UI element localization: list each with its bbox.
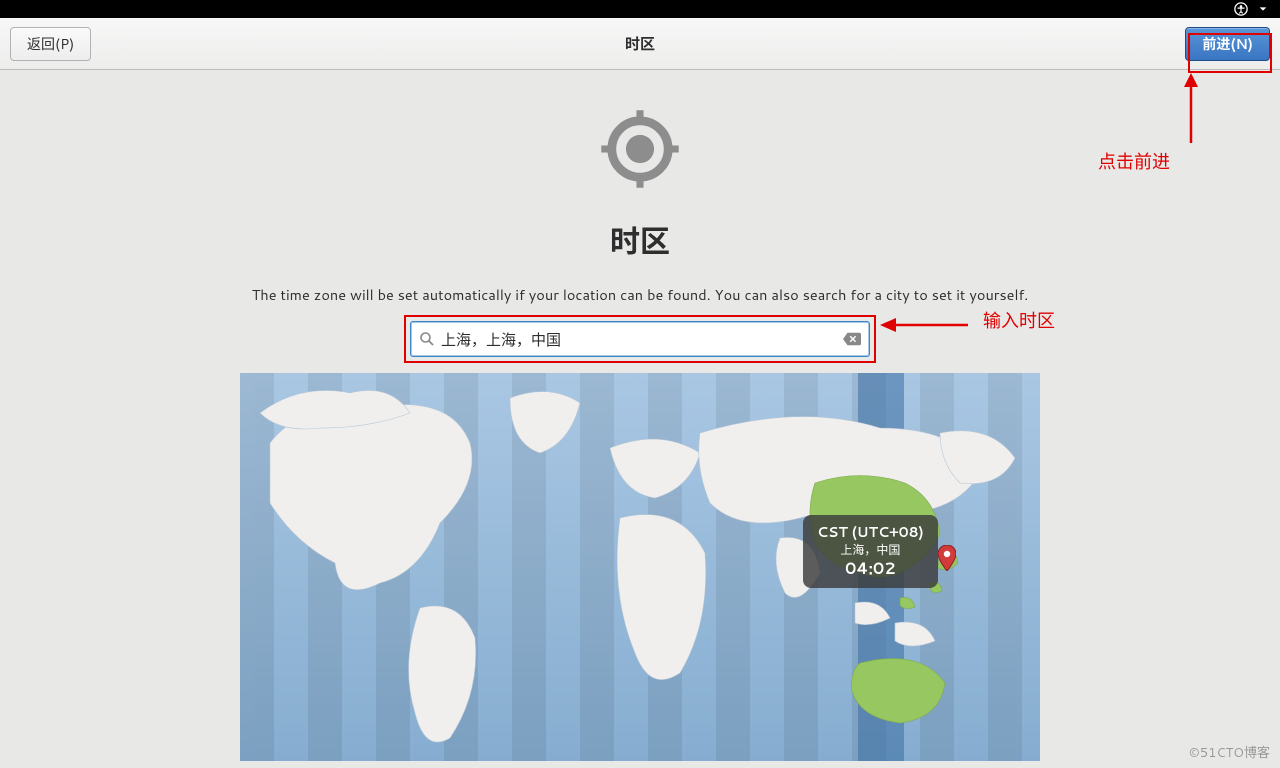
accessibility-icon[interactable]: [1234, 2, 1248, 16]
header-bar: 返回(P) 时区 前进(N): [0, 18, 1280, 70]
page-title: 时区: [0, 217, 1280, 262]
page-content: 时区 The time zone will be set automatical…: [0, 70, 1280, 761]
desktop-top-panel: [0, 0, 1280, 18]
search-icon: [419, 331, 435, 347]
map-pin-icon: [938, 545, 956, 571]
page-subtitle: The time zone will be set automatically …: [0, 284, 1280, 305]
clear-input-icon[interactable]: [843, 332, 861, 346]
city-search-input[interactable]: [441, 331, 843, 348]
back-button[interactable]: 返回(P): [10, 27, 91, 61]
forward-button[interactable]: 前进(N): [1185, 27, 1270, 61]
bubble-location-label: 上海，中国: [817, 542, 924, 558]
timezone-info-bubble: CST (UTC+08) 上海，中国 04:02: [803, 515, 938, 588]
bubble-timezone-label: CST (UTC+08): [817, 523, 924, 542]
city-search-input-wrapper[interactable]: [410, 321, 870, 357]
location-target-icon: [596, 105, 684, 193]
bubble-time-label: 04:02: [817, 558, 924, 580]
header-title: 时区: [0, 33, 1280, 54]
timezone-map[interactable]: CST (UTC+08) 上海，中国 04:02: [240, 373, 1040, 761]
system-menu-chevron-icon[interactable]: [1256, 2, 1270, 16]
watermark: ©51CTO博客: [1189, 742, 1270, 762]
